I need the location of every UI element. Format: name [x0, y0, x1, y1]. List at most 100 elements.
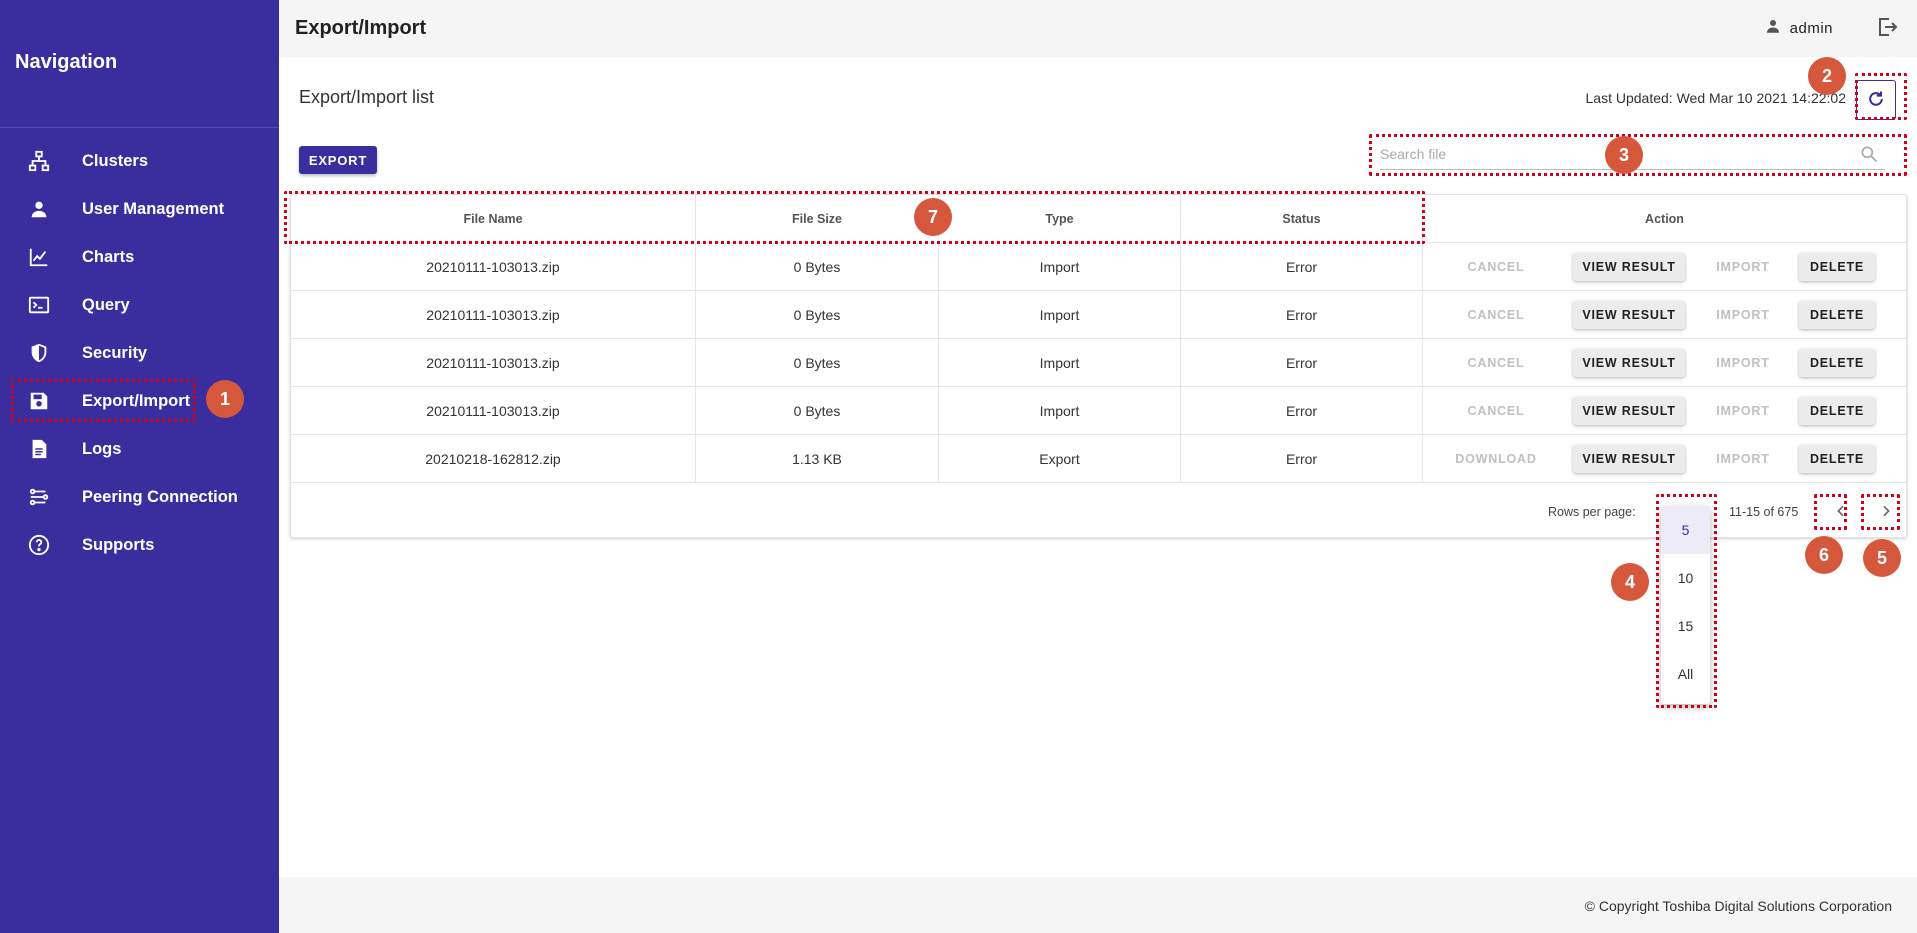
person-icon	[26, 196, 52, 222]
user-menu[interactable]: admin	[1764, 17, 1833, 39]
cancel-button[interactable]: CANCEL	[1447, 349, 1545, 377]
person-icon	[1764, 17, 1782, 39]
peering-icon	[26, 484, 52, 510]
file-size-cell: 0 Bytes	[696, 339, 939, 386]
export-button[interactable]: EXPORT	[299, 146, 377, 174]
highlight-refresh-button	[1855, 73, 1907, 120]
action-cell: CANCEL VIEW RESULT IMPORT DELETE	[1423, 339, 1906, 386]
list-title: Export/Import list	[299, 87, 435, 107]
annotation-badge-2: 2	[1808, 57, 1846, 95]
action-cell: CANCEL VIEW RESULT IMPORT DELETE	[1423, 387, 1906, 434]
logout-icon[interactable]	[1875, 15, 1901, 41]
sidebar-item-user-management[interactable]: User Management	[0, 185, 279, 233]
sidebar-item-logs[interactable]: Logs	[0, 425, 279, 473]
table-row: 20210111-103013.zip 0 Bytes Import Error…	[291, 243, 1906, 291]
last-updated: Last Updated: Wed Mar 10 2021 14:22:02	[1585, 90, 1846, 106]
sidebar-item-peering-connection[interactable]: Peering Connection	[0, 473, 279, 521]
sitemap-icon	[26, 148, 52, 174]
file-name-cell: 20210111-103013.zip	[291, 243, 696, 290]
sidebar-item-query[interactable]: Query	[0, 281, 279, 329]
highlight-export-import-nav	[11, 379, 196, 422]
export-import-table: File Name File Size Type Status Action 2…	[290, 194, 1907, 538]
sidebar-item-label: Clusters	[82, 151, 149, 170]
sidebar-item-label: Query	[82, 295, 130, 314]
sidebar: Navigation Clusters User Management Char…	[0, 0, 279, 933]
action-cell: CANCEL VIEW RESULT IMPORT DELETE	[1423, 243, 1906, 290]
footer: © Copyright Toshiba Digital Solutions Co…	[279, 877, 1917, 933]
annotation-badge-6: 6	[1805, 536, 1843, 574]
username: admin	[1789, 19, 1833, 37]
sidebar-item-charts[interactable]: Charts	[0, 233, 279, 281]
file-size-cell: 0 Bytes	[696, 387, 939, 434]
top-bar: Export/Import admin	[279, 0, 1917, 57]
file-name-cell: 20210111-103013.zip	[291, 387, 696, 434]
sidebar-title: Navigation	[15, 51, 118, 73]
sidebar-item-supports[interactable]: Supports	[0, 521, 279, 569]
delete-button[interactable]: DELETE	[1799, 301, 1875, 329]
table-row: 20210111-103013.zip 0 Bytes Import Error…	[291, 291, 1906, 339]
status-cell: Error	[1181, 339, 1423, 386]
status-cell: Error	[1181, 243, 1423, 290]
view-result-button[interactable]: VIEW RESULT	[1573, 349, 1685, 377]
table-row: 20210111-103013.zip 0 Bytes Import Error…	[291, 387, 1906, 435]
line-chart-icon	[26, 244, 52, 270]
status-cell: Error	[1181, 435, 1423, 482]
table-row: 20210111-103013.zip 0 Bytes Import Error…	[291, 339, 1906, 387]
delete-button[interactable]: DELETE	[1799, 445, 1875, 473]
delete-button[interactable]: DELETE	[1799, 349, 1875, 377]
terminal-icon	[26, 292, 52, 318]
type-cell: Import	[939, 339, 1181, 386]
delete-button[interactable]: DELETE	[1799, 253, 1875, 281]
sidebar-item-label: Charts	[82, 247, 135, 266]
annotation-badge-3: 3	[1605, 136, 1643, 174]
sidebar-item-label: User Management	[82, 199, 225, 218]
sidebar-item-label: Peering Connection	[82, 487, 238, 506]
action-cell: DOWNLOAD VIEW RESULT IMPORT DELETE	[1423, 435, 1906, 482]
type-cell: Export	[939, 435, 1181, 482]
highlight-prev-page	[1814, 494, 1847, 530]
sidebar-item-label: Logs	[82, 439, 122, 458]
view-result-button[interactable]: VIEW RESULT	[1573, 253, 1685, 281]
file-size-cell: 0 Bytes	[696, 291, 939, 338]
annotation-badge-7: 7	[914, 198, 952, 236]
annotation-badge-4: 4	[1611, 563, 1649, 601]
file-size-cell: 0 Bytes	[696, 243, 939, 290]
column-header-action: Action	[1645, 211, 1684, 226]
main-content: Export/Import list Last Updated: Wed Mar…	[279, 57, 1917, 877]
type-cell: Import	[939, 387, 1181, 434]
import-button[interactable]: IMPORT	[1708, 253, 1778, 281]
import-button[interactable]: IMPORT	[1708, 301, 1778, 329]
rows-per-page-label: Rows per page:	[1548, 505, 1636, 519]
view-result-button[interactable]: VIEW RESULT	[1573, 397, 1685, 425]
delete-button[interactable]: DELETE	[1799, 397, 1875, 425]
annotation-badge-1: 1	[206, 380, 244, 418]
file-name-cell: 20210218-162812.zip	[291, 435, 696, 482]
copyright: © Copyright Toshiba Digital Solutions Co…	[1584, 898, 1892, 914]
cancel-button[interactable]: CANCEL	[1447, 397, 1545, 425]
view-result-button[interactable]: VIEW RESULT	[1573, 445, 1685, 473]
status-cell: Error	[1181, 387, 1423, 434]
sidebar-item-label: Supports	[82, 535, 155, 554]
type-cell: Import	[939, 291, 1181, 338]
download-button[interactable]: DOWNLOAD	[1447, 445, 1545, 473]
sidebar-item-clusters[interactable]: Clusters	[0, 137, 279, 185]
action-cell: CANCEL VIEW RESULT IMPORT DELETE	[1423, 291, 1906, 338]
sidebar-divider	[0, 127, 279, 128]
import-button[interactable]: IMPORT	[1708, 445, 1778, 473]
import-button[interactable]: IMPORT	[1708, 349, 1778, 377]
document-icon	[26, 436, 52, 462]
file-size-cell: 1.13 KB	[696, 435, 939, 482]
file-name-cell: 20210111-103013.zip	[291, 339, 696, 386]
sidebar-item-security[interactable]: Security	[0, 329, 279, 377]
import-button[interactable]: IMPORT	[1708, 397, 1778, 425]
highlight-rows-per-page	[1656, 494, 1717, 708]
view-result-button[interactable]: VIEW RESULT	[1573, 301, 1685, 329]
annotation-badge-5: 5	[1863, 539, 1901, 577]
page-range: 11-15 of 675	[1729, 505, 1799, 519]
sidebar-item-label: Security	[82, 343, 148, 362]
cancel-button[interactable]: CANCEL	[1447, 253, 1545, 281]
highlight-next-page	[1861, 494, 1900, 530]
file-name-cell: 20210111-103013.zip	[291, 291, 696, 338]
highlight-table-header	[284, 191, 1425, 244]
cancel-button[interactable]: CANCEL	[1447, 301, 1545, 329]
